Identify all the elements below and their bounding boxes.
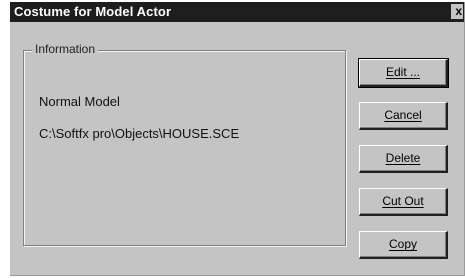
title-bar: Costume for Model Actor x — [10, 2, 464, 22]
cut-out-button[interactable]: Cut Out — [359, 188, 448, 216]
information-legend: Information — [32, 42, 99, 56]
copy-button[interactable]: Copy — [359, 231, 448, 259]
costume-dialog: Costume for Model Actor x Information No… — [10, 2, 465, 276]
file-path-text: C:\Softfx pro\Objects\HOUSE.SCE — [39, 126, 240, 141]
delete-button-label: Delete — [385, 151, 421, 165]
close-icon[interactable]: x — [451, 4, 463, 19]
information-groupbox — [23, 50, 346, 246]
copy-button-label: Copy — [388, 237, 417, 251]
edit-button[interactable]: Edit ... — [358, 58, 449, 88]
window-title: Costume for Model Actor — [14, 4, 172, 19]
cancel-button[interactable]: Cancel — [359, 102, 448, 130]
delete-button[interactable]: Delete — [359, 145, 448, 173]
edit-button-label: Edit ... — [385, 65, 420, 79]
cancel-button-label: Cancel — [384, 108, 422, 122]
cut-out-button-label: Cut Out — [382, 194, 424, 208]
model-type-text: Normal Model — [39, 94, 120, 109]
